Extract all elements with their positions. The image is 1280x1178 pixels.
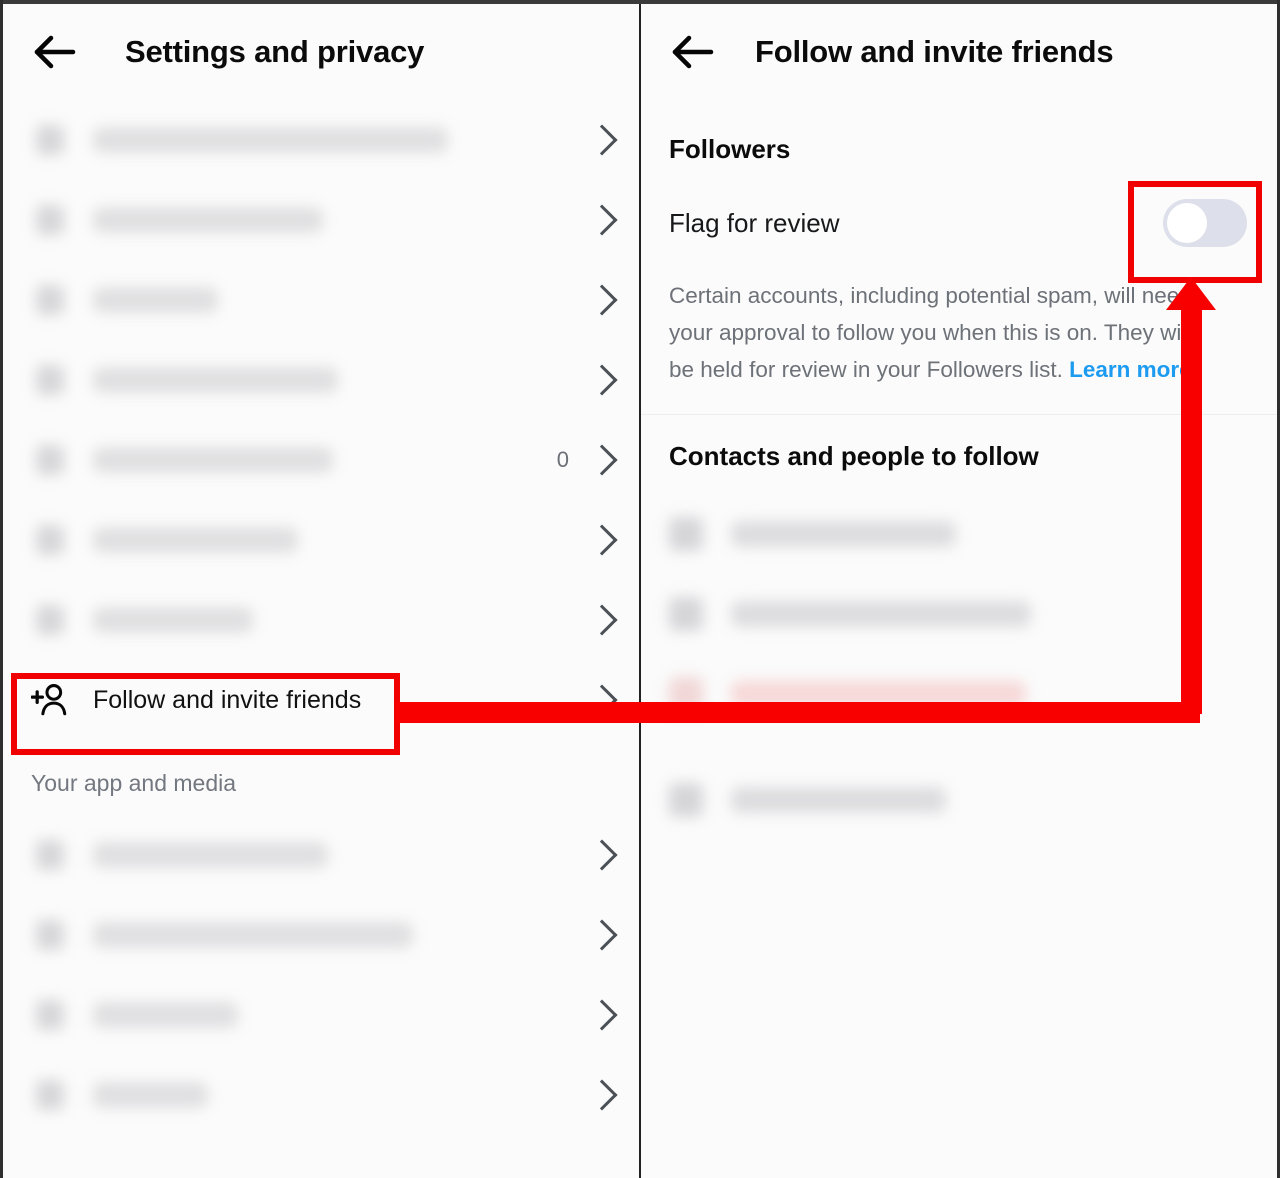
flag-for-review-label: Flag for review: [669, 207, 840, 238]
settings-row-redacted-7[interactable]: [3, 580, 639, 660]
contacts-row-label: [731, 681, 1026, 707]
settings-row-redacted-5[interactable]: 0: [3, 420, 639, 500]
contacts-row-redacted-1[interactable]: [641, 494, 1277, 574]
chevron-right-icon: [586, 604, 618, 636]
chevron-right-icon: [586, 444, 618, 476]
row-icon: [31, 996, 69, 1034]
settings-row-label: [93, 447, 333, 473]
row-icon: [31, 361, 69, 399]
settings-row-label: Follow and invite friends: [93, 685, 362, 714]
settings-row-redacted-1[interactable]: [3, 100, 639, 180]
settings-row-redacted-8[interactable]: [3, 815, 639, 895]
contacts-row-redacted-3[interactable]: [641, 654, 1277, 734]
description-text-part-2: .: [1191, 357, 1198, 382]
chevron-right-icon: [586, 204, 618, 236]
row-icon: [31, 121, 69, 159]
row-icon: [31, 1076, 69, 1114]
toggle-knob: [1167, 203, 1207, 243]
row-icon: [31, 601, 69, 639]
settings-row-redacted-6[interactable]: [3, 500, 639, 580]
settings-row-label: [93, 527, 298, 553]
settings-row-follow-and-invite-friends[interactable]: Follow and invite friends: [3, 660, 639, 740]
row-icon: [31, 281, 69, 319]
settings-row-label: [93, 1002, 238, 1028]
back-arrow-icon[interactable]: [29, 26, 81, 78]
settings-row-redacted-10[interactable]: [3, 975, 639, 1055]
settings-panel: Settings and privacy 0 Follow and invite…: [3, 4, 639, 1178]
row-icon: [31, 836, 69, 874]
chevron-right-icon: [586, 1079, 618, 1111]
right-panel-header: Follow and invite friends: [641, 4, 1277, 100]
section-title-contacts-and-people-to-follow: Contacts and people to follow: [669, 441, 1039, 471]
settings-row-count: 0: [556, 447, 569, 472]
flag-for-review-toggle[interactable]: [1163, 199, 1247, 247]
settings-row-label: [93, 842, 328, 868]
chevron-right-icon: [586, 284, 618, 316]
row-icon: [31, 201, 69, 239]
settings-row-redacted-4[interactable]: [3, 340, 639, 420]
settings-row-label: [93, 922, 413, 948]
learn-more-link[interactable]: Learn more: [1069, 357, 1192, 382]
row-icon: [669, 783, 703, 817]
contacts-row-label: [731, 787, 946, 813]
contacts-row-redacted-4[interactable]: [641, 760, 1277, 840]
section-title-followers: Followers: [669, 134, 791, 164]
contacts-row-label: [731, 521, 956, 547]
settings-row-label: [93, 367, 338, 393]
row-icon: [31, 916, 69, 954]
screenshot-canvas: Settings and privacy 0 Follow and invite…: [0, 0, 1280, 1178]
chevron-right-icon: [586, 124, 618, 156]
contacts-row-redacted-2[interactable]: [641, 574, 1277, 654]
chevron-right-icon: [586, 839, 618, 871]
settings-row-redacted-2[interactable]: [3, 180, 639, 260]
settings-row-redacted-3[interactable]: [3, 260, 639, 340]
chevron-right-icon: [586, 364, 618, 396]
window-frame-top: [0, 0, 1280, 4]
page-title: Settings and privacy: [125, 34, 425, 69]
window-frame-left: [0, 0, 3, 1178]
row-icon: [669, 677, 703, 711]
chevron-right-icon: [586, 524, 618, 556]
settings-row-redacted-9[interactable]: [3, 895, 639, 975]
chevron-right-icon: [586, 684, 618, 716]
settings-row-label: [93, 607, 253, 633]
panel-divider: [639, 0, 641, 1178]
settings-row-label: [93, 1082, 208, 1108]
settings-row-redacted-11[interactable]: [3, 1055, 639, 1135]
row-icon: [669, 597, 703, 631]
section-header-your-app-and-media: Your app and media: [31, 770, 237, 796]
chevron-right-icon: [586, 919, 618, 951]
settings-row-label: [93, 127, 448, 153]
left-panel-header: Settings and privacy: [3, 4, 639, 100]
page-title: Follow and invite friends: [755, 34, 1114, 69]
follow-and-invite-friends-panel: Follow and invite friends Followers Flag…: [641, 4, 1277, 1178]
row-icon: [669, 517, 703, 551]
settings-list: 0 Follow and invite friends Your app and…: [3, 100, 639, 1135]
settings-row-label: [93, 287, 218, 313]
chevron-right-icon: [586, 999, 618, 1031]
back-arrow-icon[interactable]: [667, 26, 719, 78]
row-icon: [31, 521, 69, 559]
row-icon: [31, 441, 69, 479]
person-add-icon: [31, 681, 69, 719]
contacts-row-label: [731, 601, 1031, 627]
settings-row-label: [93, 207, 323, 233]
flag-for-review-row[interactable]: Flag for review: [641, 165, 1277, 247]
flag-for-review-description: Certain accounts, including potential sp…: [641, 247, 1251, 388]
